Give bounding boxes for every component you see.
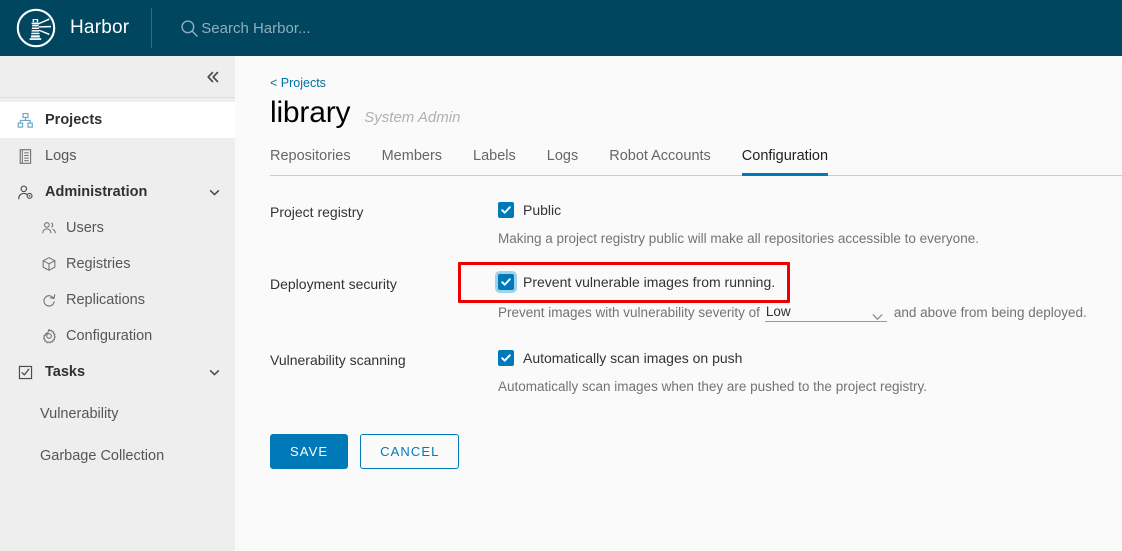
- check-icon: [501, 206, 511, 214]
- breadcrumb-projects-link[interactable]: < Projects: [270, 76, 326, 90]
- severity-select[interactable]: LowMediumHighCriticalNegligibleNone: [764, 303, 887, 322]
- check-icon: [501, 354, 511, 362]
- brand-title: Harbor: [70, 17, 130, 38]
- chevron-down-icon[interactable]: [208, 186, 221, 199]
- sidebar-item-logs[interactable]: Logs: [0, 138, 235, 174]
- form-row-project-registry: Project registry Public Making a project…: [270, 202, 1122, 246]
- form-row-vulnerability-scanning: Vulnerability scanning Automatically sca…: [270, 350, 1122, 394]
- sidebar-item-label: Replications: [66, 292, 145, 308]
- chevron-down-icon[interactable]: [208, 366, 221, 379]
- form-actions: SAVE CANCEL: [270, 434, 1122, 469]
- sidebar-item-replications[interactable]: Replications: [0, 282, 235, 318]
- form-row-deployment-security: Deployment security Prevent vulnerable i…: [270, 274, 1122, 322]
- prevent-vulnerable-images-label[interactable]: Prevent vulnerable images from running.: [523, 274, 775, 290]
- severity-select-wrap: LowMediumHighCriticalNegligibleNone: [764, 303, 887, 322]
- sidebar-item-projects[interactable]: Projects: [0, 102, 235, 138]
- search-icon: [180, 19, 199, 38]
- sidebar-item-label: Tasks: [45, 364, 86, 380]
- main-content: < Projects library System Admin Reposito…: [235, 56, 1122, 551]
- sidebar-item-tasks[interactable]: Tasks: [0, 354, 235, 390]
- sidebar-nav: Projects Logs Administration Users Regis…: [0, 98, 235, 474]
- vulnerability-scanning-control: Automatically scan images on push Automa…: [498, 350, 1122, 394]
- public-checkbox-label[interactable]: Public: [523, 202, 561, 218]
- harbor-lighthouse-logo-icon: [16, 8, 56, 48]
- vulnerability-scanning-label: Vulnerability scanning: [270, 352, 406, 368]
- configuration-form: Project registry Public Making a project…: [270, 202, 1122, 469]
- page-header: library System Admin: [270, 96, 1122, 130]
- sidebar-item-vulnerability[interactable]: Vulnerability: [0, 396, 235, 432]
- deployment-security-control: Prevent vulnerable images from running. …: [498, 274, 1122, 322]
- deployment-security-label: Deployment security: [270, 276, 397, 292]
- sidebar-item-registries[interactable]: Registries: [0, 246, 235, 282]
- project-registry-control: Public Making a project registry public …: [498, 202, 1122, 246]
- top-header: Harbor Search Harbor...: [0, 0, 1122, 56]
- cancel-button[interactable]: CANCEL: [360, 434, 460, 469]
- severity-hint-row: Prevent images with vulnerability severi…: [498, 303, 1122, 322]
- auto-scan-checkbox-label[interactable]: Automatically scan images on push: [523, 350, 742, 366]
- sidebar-item-label: Garbage Collection: [40, 448, 165, 464]
- users-icon: [40, 219, 57, 237]
- sidebar-item-administration[interactable]: Administration: [0, 174, 235, 210]
- severity-hint-prefix: Prevent images with vulnerability severi…: [498, 305, 760, 320]
- sidebar-item-label: Projects: [45, 112, 103, 128]
- prevent-vulnerable-images-row: Prevent vulnerable images from running.: [498, 274, 1122, 290]
- sidebar-item-configuration[interactable]: Configuration: [0, 318, 235, 354]
- replication-icon: [40, 291, 57, 309]
- sidebar-item-label: Logs: [45, 148, 77, 164]
- row-spacer: [270, 246, 1122, 274]
- sidebar-item-garbage-collection[interactable]: Garbage Collection: [0, 438, 235, 474]
- sidebar-item-users[interactable]: Users: [0, 210, 235, 246]
- page-role-label: System Admin: [364, 109, 461, 126]
- prevent-vulnerable-images-checkbox[interactable]: [498, 274, 514, 290]
- sidebar: Projects Logs Administration Users Regis…: [0, 56, 235, 551]
- gear-icon: [40, 327, 57, 345]
- brand-logo-link[interactable]: Harbor: [0, 0, 151, 56]
- auto-scan-checkbox[interactable]: [498, 350, 514, 366]
- tasks-clipboard-icon: [16, 363, 34, 381]
- sidebar-item-label: Administration: [45, 184, 148, 200]
- sidebar-item-label: Users: [66, 220, 104, 236]
- vulnerability-scanning-hint: Automatically scan images when they are …: [498, 379, 927, 394]
- tab-configuration[interactable]: Configuration: [741, 142, 829, 176]
- search-placeholder: Search Harbor...: [201, 19, 311, 37]
- project-tabs: Repositories Members Labels Logs Robot A…: [270, 142, 1122, 176]
- sitemap-icon: [16, 111, 34, 129]
- tab-members[interactable]: Members: [382, 142, 442, 176]
- page-title: library: [270, 96, 351, 129]
- sidebar-item-label: Vulnerability: [40, 406, 119, 422]
- public-checkbox[interactable]: [498, 202, 514, 218]
- severity-hint-suffix: and above from being deployed.: [893, 305, 1087, 320]
- sidebar-collapse-button[interactable]: [0, 56, 235, 98]
- global-search[interactable]: Search Harbor...: [180, 0, 311, 56]
- user-settings-icon: [16, 183, 34, 201]
- row-spacer: [270, 322, 1122, 350]
- sidebar-item-label: Configuration: [66, 328, 153, 344]
- public-checkbox-row: Public: [498, 202, 1122, 218]
- cube-icon: [40, 255, 57, 273]
- save-button[interactable]: SAVE: [270, 434, 349, 469]
- harbor-app: Harbor Search Harbor... Projects Logs Ad…: [0, 0, 1122, 551]
- tab-robot-accounts[interactable]: Robot Accounts: [609, 142, 711, 176]
- tab-logs[interactable]: Logs: [547, 142, 578, 176]
- auto-scan-checkbox-row: Automatically scan images on push: [498, 350, 1122, 366]
- body: Projects Logs Administration Users Regis…: [0, 56, 1122, 551]
- project-registry-hint: Making a project registry public will ma…: [498, 231, 979, 246]
- tab-repositories[interactable]: Repositories: [270, 142, 351, 176]
- double-chevron-left-icon: [205, 69, 221, 85]
- list-icon: [16, 147, 34, 165]
- sidebar-item-label: Registries: [66, 256, 131, 272]
- project-registry-label: Project registry: [270, 204, 364, 220]
- header-divider: [151, 8, 153, 48]
- check-icon: [501, 278, 511, 286]
- tab-labels[interactable]: Labels: [473, 142, 516, 176]
